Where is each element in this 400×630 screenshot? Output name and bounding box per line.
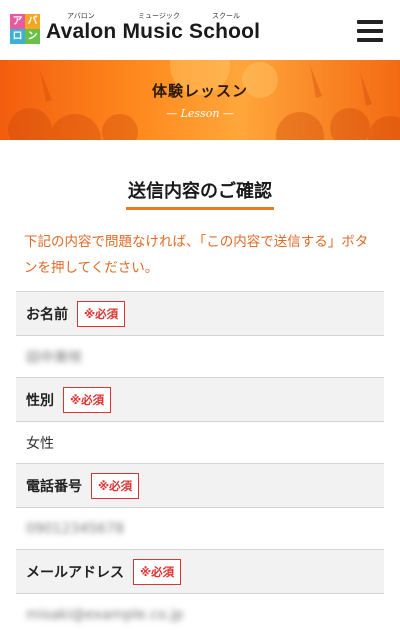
page-banner: 体験レッスン — Lesson — — [0, 60, 400, 140]
logo-cell: ロ — [10, 29, 25, 44]
menu-bar — [357, 20, 383, 24]
field-value: misaki@example.co.jp — [26, 606, 184, 623]
field-label: お名前 — [26, 306, 68, 323]
confirm-notice: 下記の内容で問題なければ、「この内容で送信する」ボタンを押してください。 — [24, 234, 369, 276]
field-label-row: 電話番号 ※必須 — [16, 463, 384, 508]
menu-bar — [357, 29, 383, 33]
menu-bar — [357, 38, 383, 42]
field-value-row: 田中美咲 — [16, 336, 384, 377]
confirm-form: お名前 ※必須 田中美咲 性別 ※必須 女性 電話番号 ※必須 09012345… — [16, 291, 384, 630]
hamburger-menu-icon[interactable] — [357, 20, 383, 42]
required-badge: ※必須 — [77, 300, 126, 327]
logo-cell: ン — [25, 29, 40, 44]
field-value: 田中美咲 — [26, 349, 82, 366]
logo-cell: ア — [10, 14, 25, 29]
logo-cell: バ — [25, 14, 40, 29]
confirm-title: 送信内容のご確認 — [126, 177, 274, 210]
confirm-heading: 送信内容のご確認 — [0, 177, 400, 210]
required-badge: ※必須 — [133, 558, 182, 585]
field-label-row: お名前 ※必須 — [16, 291, 384, 336]
field-value-row: 09012345678 — [16, 508, 384, 549]
required-badge: ※必須 — [91, 472, 140, 499]
field-value-row: misaki@example.co.jp — [16, 594, 384, 630]
required-badge: ※必須 — [63, 386, 112, 413]
field-label-row: メールアドレス ※必須 — [16, 549, 384, 594]
field-value: 女性 — [26, 435, 54, 452]
field-label: メールアドレス — [26, 564, 124, 581]
logo-mark[interactable]: ア バ ロ ン — [10, 14, 40, 44]
site-header: ア バ ロ ン アバロン ミュージック スクール Avalon Music Sc… — [0, 0, 400, 60]
field-label: 性別 — [26, 392, 54, 409]
brand-name[interactable]: Avalon Music School — [46, 20, 260, 44]
field-value: 09012345678 — [26, 520, 124, 537]
field-label: 電話番号 — [26, 478, 82, 495]
field-value-row: 女性 — [16, 422, 384, 463]
field-label-row: 性別 ※必須 — [16, 377, 384, 422]
banner-title: 体験レッスン — [151, 82, 248, 100]
banner-subtitle: — Lesson — — [166, 107, 234, 120]
